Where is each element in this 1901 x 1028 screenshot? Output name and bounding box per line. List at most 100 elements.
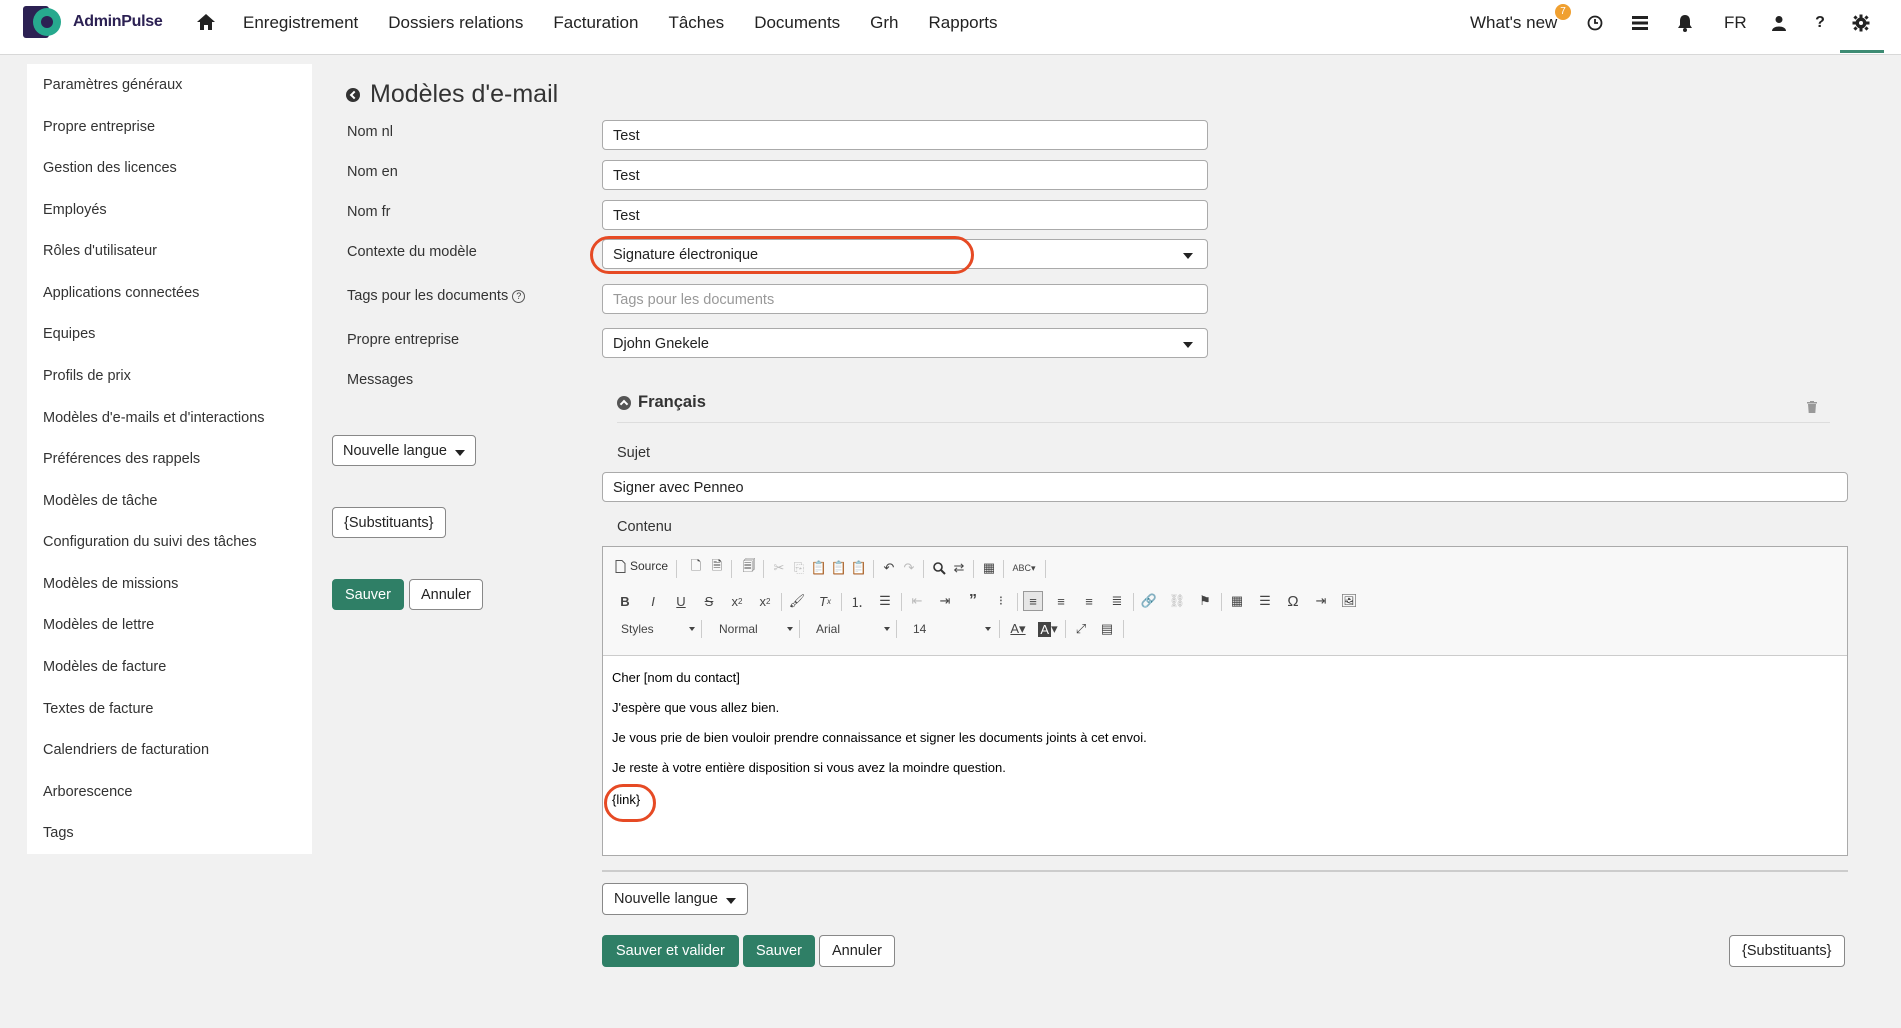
show-blocks-icon[interactable]: ▤ — [1097, 619, 1117, 639]
underline-icon[interactable]: U — [671, 591, 691, 611]
subscript-icon[interactable]: x2 — [727, 591, 747, 611]
sidebar-item-modeles-tache[interactable]: Modèles de tâche — [43, 493, 157, 509]
paste-word-icon[interactable]: 📋 — [849, 558, 869, 578]
align-center-icon[interactable]: ≡ — [1051, 591, 1071, 611]
nom-en-input[interactable]: Test — [602, 160, 1208, 190]
align-left-icon[interactable]: ≡ — [1023, 591, 1043, 611]
replace-icon[interactable]: ⇄ — [949, 558, 969, 578]
undo-icon[interactable]: ↶ — [879, 558, 899, 578]
entreprise-select[interactable]: Djohn Gnekele — [602, 328, 1208, 358]
sidebar-item-propre-entreprise[interactable]: Propre entreprise — [43, 119, 155, 135]
blockquote-icon[interactable]: ” — [963, 591, 983, 611]
indent-icon[interactable]: ⇥ — [935, 591, 955, 611]
font-size-combo[interactable]: 14 — [913, 619, 993, 639]
preview-icon[interactable]: 🗎 — [707, 558, 727, 578]
sidebar-item-parametres-generaux[interactable]: Paramètres généraux — [43, 77, 182, 93]
save-doc-icon[interactable]: 🗋 — [686, 558, 706, 578]
unlink-icon[interactable]: ⛓ — [1167, 591, 1187, 611]
template-icon[interactable]: 🗐 — [739, 558, 759, 578]
list-icon[interactable] — [1630, 13, 1650, 33]
copy-icon[interactable]: ⎘ — [789, 558, 809, 578]
back-icon[interactable] — [346, 87, 360, 102]
font-combo[interactable]: Arial — [816, 619, 892, 639]
sidebar-item-gestion-licences[interactable]: Gestion des licences — [43, 160, 177, 176]
substituants-button-left[interactable]: {Substituants} — [332, 507, 446, 538]
sidebar-item-suivi-taches[interactable]: Configuration du suivi des tâches — [43, 534, 257, 550]
sidebar-item-profils-prix[interactable]: Profils de prix — [43, 368, 131, 384]
bulleted-list-icon[interactable]: ☰ — [875, 591, 895, 611]
bold-icon[interactable]: B — [615, 591, 635, 611]
sidebar-item-arborescence[interactable]: Arborescence — [43, 784, 132, 800]
sidebar-item-textes-facture[interactable]: Textes de facture — [43, 701, 153, 717]
sauver-button[interactable]: Sauver — [743, 935, 815, 967]
tags-input[interactable]: Tags pour les documents — [602, 284, 1208, 314]
nav-facturation[interactable]: Facturation — [538, 0, 653, 46]
annuler-button[interactable]: Annuler — [819, 935, 895, 967]
nouvelle-langue-dropdown-left[interactable]: Nouvelle langue — [332, 435, 476, 466]
page-break-icon[interactable]: ⇥ — [1311, 591, 1331, 611]
select-all-icon[interactable]: ▦ — [979, 558, 999, 578]
home-icon[interactable] — [196, 12, 216, 32]
table-icon[interactable]: ▦ — [1227, 591, 1247, 611]
sidebar-item-employes[interactable]: Employés — [43, 202, 107, 218]
nom-fr-input[interactable]: Test — [602, 200, 1208, 230]
align-justify-icon[interactable]: ≣ — [1107, 591, 1127, 611]
sidebar-item-modeles-missions[interactable]: Modèles de missions — [43, 576, 178, 592]
sidebar-item-equipes[interactable]: Equipes — [43, 326, 95, 342]
remove-format-icon[interactable]: Tx — [815, 591, 835, 611]
find-icon[interactable] — [929, 558, 949, 578]
sidebar-item-modeles-facture[interactable]: Modèles de facture — [43, 659, 166, 675]
sidebar-item-tags[interactable]: Tags — [43, 825, 74, 841]
numbered-list-icon[interactable]: ⒈ — [847, 591, 867, 611]
whats-new-link[interactable]: What's new — [1470, 0, 1557, 46]
bell-icon[interactable] — [1675, 13, 1695, 33]
align-right-icon[interactable]: ≡ — [1079, 591, 1099, 611]
sauver-et-valider-button[interactable]: Sauver et valider — [602, 935, 739, 967]
styles-combo[interactable]: Styles — [621, 619, 697, 639]
omega-icon[interactable]: Ω — [1283, 591, 1303, 611]
nav-dossiers-relations[interactable]: Dossiers relations — [373, 0, 538, 46]
message-section-header[interactable]: Français — [617, 393, 706, 412]
sidebar-item-calendriers-facturation[interactable]: Calendriers de facturation — [43, 742, 209, 758]
gear-icon[interactable] — [1851, 13, 1871, 33]
nouvelle-langue-dropdown[interactable]: Nouvelle langue — [602, 883, 748, 915]
clock-icon[interactable] — [1585, 13, 1605, 33]
maximize-icon[interactable]: ⤢ — [1071, 619, 1091, 639]
superscript-icon[interactable]: x2 — [755, 591, 775, 611]
format-combo[interactable]: Normal — [719, 619, 795, 639]
strikethrough-icon[interactable]: S — [699, 591, 719, 611]
anchor-flag-icon[interactable]: ⚑ — [1195, 591, 1215, 611]
annuler-button-left[interactable]: Annuler — [409, 579, 483, 610]
nav-documents[interactable]: Documents — [739, 0, 855, 46]
sidebar-item-modeles-emails[interactable]: Modèles d'e-mails et d'interactions — [43, 410, 265, 426]
substituants-button[interactable]: {Substituants} — [1729, 935, 1845, 967]
paste-text-icon[interactable]: 📋 — [829, 558, 849, 578]
outdent-icon[interactable]: ⇤ — [907, 591, 927, 611]
nav-rapports[interactable]: Rapports — [914, 0, 1013, 46]
redo-icon[interactable]: ↷ — [899, 558, 919, 578]
user-icon[interactable] — [1769, 13, 1789, 33]
cut-icon[interactable]: ✂ — [769, 558, 789, 578]
paste-icon[interactable]: 📋 — [809, 558, 829, 578]
text-color-icon[interactable]: A▾ — [1005, 619, 1031, 639]
nav-enregistrement[interactable]: Enregistrement — [243, 0, 373, 46]
italic-icon[interactable]: I — [643, 591, 663, 611]
app-logo[interactable]: AdminPulse — [23, 6, 163, 38]
nav-grh[interactable]: Grh — [855, 0, 913, 46]
sidebar-item-modeles-lettre[interactable]: Modèles de lettre — [43, 617, 154, 633]
sujet-input[interactable]: Signer avec Penneo — [602, 472, 1848, 502]
nom-nl-input[interactable]: Test — [602, 120, 1208, 150]
sidebar-item-preferences-rappels[interactable]: Préférences des rappels — [43, 451, 200, 467]
nav-taches[interactable]: Tâches — [653, 0, 739, 46]
help-icon[interactable]: ? — [1810, 13, 1830, 33]
language-switch[interactable]: FR — [1724, 0, 1747, 46]
image-icon[interactable]: 🖼 — [1339, 591, 1359, 611]
horizontal-line-icon[interactable]: ☰ — [1255, 591, 1275, 611]
question-icon[interactable]: ? — [512, 290, 526, 303]
sauver-button-left[interactable]: Sauver — [332, 579, 404, 610]
contexte-select[interactable]: Signature électronique — [602, 239, 1208, 269]
background-color-icon[interactable]: A ▾ — [1035, 619, 1061, 639]
sidebar-item-roles-utilisateur[interactable]: Rôles d'utilisateur — [43, 243, 157, 259]
sidebar-item-applications-connectees[interactable]: Applications connectées — [43, 285, 199, 301]
spellcheck-icon[interactable]: ABC▾ — [1009, 558, 1039, 578]
